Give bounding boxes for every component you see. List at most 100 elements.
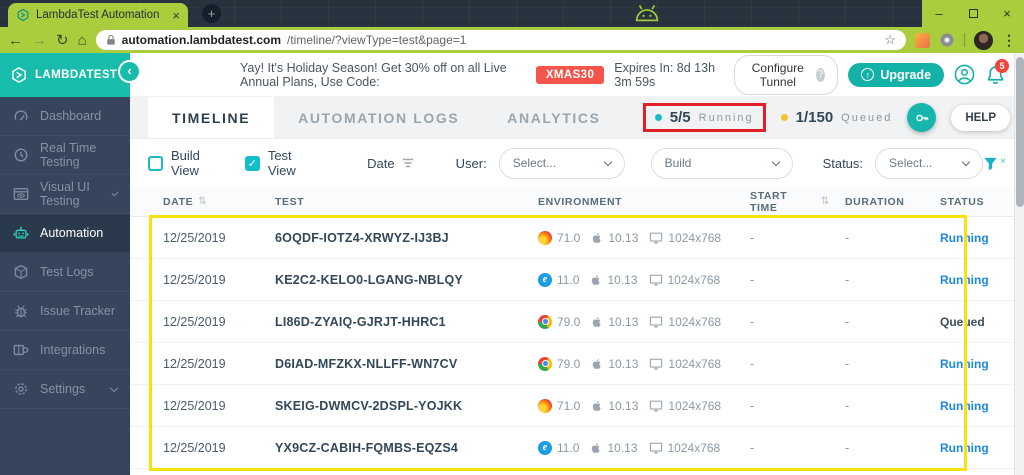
sidebar-item-label: Issue Tracker: [40, 304, 116, 318]
cell-test-id[interactable]: 6OQDF-IOTZ4-XRWYZ-IJ3BJ: [260, 231, 523, 245]
browser-icon: [538, 230, 552, 245]
browser-version: 11.0: [557, 440, 580, 455]
status-select-dropdown[interactable]: Select...: [875, 147, 984, 179]
browser-tab[interactable]: LambdaTest Automation ×: [8, 3, 188, 27]
sidebar-item-automation[interactable]: Automation: [0, 214, 130, 253]
tab-automation-logs[interactable]: AUTOMATION LOGS: [274, 97, 483, 138]
table-row[interactable]: 12/25/2019 YX9CZ-CABIH-FQMBS-EQZS4 11.0 …: [130, 427, 1024, 469]
cell-duration: -: [845, 314, 850, 329]
upgrade-button[interactable]: ↑ Upgrade: [848, 62, 945, 87]
resolution: 1024x768: [668, 398, 722, 413]
apple-os-icon: [591, 358, 603, 370]
resolution: 1024x768: [667, 272, 721, 287]
cell-duration: -: [845, 272, 850, 287]
sidebar-item-label: Real Time Testing: [40, 141, 97, 169]
reload-icon[interactable]: ↻: [56, 33, 69, 48]
cell-start-time: -: [750, 230, 755, 245]
table-row[interactable]: 12/25/2019 LI86D-ZYAIQ-GJRJT-HHRC1 79.0 …: [130, 301, 1024, 343]
access-key-button[interactable]: [907, 103, 937, 132]
monitor-icon: [649, 442, 663, 454]
cell-environment: 11.0 10.13 1024x768: [523, 272, 735, 287]
profile-icon[interactable]: [954, 63, 975, 87]
brand-name: LAMBDATEST: [35, 69, 118, 81]
monitor-icon: [649, 316, 663, 328]
filter-funnel-button[interactable]: ×: [983, 156, 1006, 171]
sidebar-nav: Dashboard Real Time Testing Visual UI Te…: [0, 97, 130, 409]
cell-test-id[interactable]: LI86D-ZYAIQ-GJRJT-HHRC1: [260, 315, 523, 329]
sort-icon[interactable]: ⇅: [198, 196, 207, 207]
sidebar-item-real-time-testing[interactable]: Real Time Testing: [0, 136, 130, 175]
tab-timeline[interactable]: TIMELINE: [148, 97, 275, 138]
header-date[interactable]: DATE ⇅: [148, 196, 260, 208]
maximize-button[interactable]: [956, 0, 990, 27]
screenshot-extension-icon[interactable]: [939, 32, 955, 48]
cell-date: 12/25/2019: [163, 314, 226, 329]
toolbar-divider: [964, 33, 965, 47]
profile-avatar[interactable]: [974, 30, 993, 50]
sidebar-item-issue-tracker[interactable]: Issue Tracker: [0, 292, 130, 331]
tab-analytics[interactable]: ANALYTICS: [483, 97, 624, 138]
scrollbar-thumb[interactable]: [1016, 57, 1024, 207]
eye-browser-icon: [13, 186, 29, 202]
sidebar-item-dashboard[interactable]: Dashboard: [0, 97, 130, 136]
minimize-button[interactable]: –: [922, 0, 956, 27]
browser-menu-icon[interactable]: ⋮: [1002, 32, 1016, 49]
table-row[interactable]: 12/25/2019 D6IAD-MFZKX-NLLFF-WN7CV 79.0 …: [130, 343, 1024, 385]
concurrency-summary: 5/5 Running 1/150 Queued HELP: [642, 97, 1024, 138]
configure-tunnel-button[interactable]: Configure Tunnel ?: [733, 54, 839, 95]
notifications-bell[interactable]: 5: [985, 58, 1010, 87]
sidebar-item-label: Visual UI Testing: [40, 180, 90, 208]
monitor-icon: [649, 358, 663, 370]
tab-close-icon[interactable]: ×: [172, 8, 180, 23]
new-tab-button[interactable]: +: [202, 4, 221, 23]
plug-integration-icon: [13, 342, 29, 358]
table-row[interactable]: 12/25/2019 KE2C2-KELO0-LGANG-NBLQY 11.0 …: [130, 259, 1024, 301]
sort-icon[interactable]: ⇅: [821, 196, 830, 207]
help-button[interactable]: HELP: [951, 104, 1010, 131]
sidebar-item-settings[interactable]: Settings: [0, 370, 130, 409]
cell-test-id[interactable]: SKEIG-DWMCV-2DSPL-YOJKK: [260, 399, 523, 413]
lock-icon: [106, 34, 116, 46]
resolution: 1024x768: [668, 230, 722, 245]
extension-icon[interactable]: [915, 32, 930, 48]
bookmark-star-icon[interactable]: ☆: [884, 32, 896, 48]
cell-test-id[interactable]: D6IAD-MFZKX-NLLFF-WN7CV: [260, 357, 523, 371]
sidebar-item-visual-ui-testing[interactable]: Visual UI Testing: [0, 175, 130, 214]
header-duration: DURATION: [845, 195, 905, 208]
dashboard-icon: [13, 108, 29, 124]
browser-icon: [538, 398, 552, 413]
date-filter[interactable]: Date: [367, 156, 413, 171]
cell-date: 12/25/2019: [163, 230, 226, 245]
sidebar-item-integrations[interactable]: Integrations: [0, 331, 130, 370]
sidebar-collapse-button[interactable]: ‹: [120, 62, 139, 81]
cell-status: Running: [940, 356, 989, 371]
forward-icon[interactable]: →: [32, 33, 47, 48]
date-filter-label: Date: [367, 155, 395, 171]
cell-test-id[interactable]: YX9CZ-CABIH-FQMBS-EQZS4: [260, 441, 523, 455]
build-select-dropdown[interactable]: Build: [650, 147, 793, 179]
close-button[interactable]: ×: [990, 0, 1024, 27]
home-icon[interactable]: ⌂: [78, 33, 87, 48]
page-scrollbar[interactable]: [1014, 53, 1024, 475]
brand-header: LAMBDATEST: [0, 53, 130, 97]
header-start-time[interactable]: START TIME ⇅: [735, 190, 830, 214]
sidebar-item-test-logs[interactable]: Test Logs: [0, 253, 130, 292]
gear-icon: [13, 381, 29, 397]
cell-date: 12/25/2019: [163, 272, 226, 287]
user-select-dropdown[interactable]: Select...: [498, 147, 625, 179]
table-row[interactable]: 12/25/2019 SKEIG-DWMCV-2DSPL-YOJKK 71.0 …: [130, 385, 1024, 427]
table-row[interactable]: 12/25/2019 6OQDF-IOTZ4-XRWYZ-IJ3BJ 71.0 …: [130, 217, 1024, 259]
sidebar-item-label: Dashboard: [40, 109, 102, 123]
android-theme-icon: [632, 2, 662, 25]
filter-bar: Build View ✓ Test View Date User: Select…: [130, 139, 1024, 187]
cell-test-id[interactable]: KE2C2-KELO0-LGANG-NBLQY: [260, 273, 523, 287]
test-view-checkbox[interactable]: ✓: [244, 155, 260, 171]
cell-duration: -: [845, 440, 850, 455]
clear-filter-icon[interactable]: ×: [1000, 156, 1006, 167]
back-icon[interactable]: ←: [8, 33, 23, 48]
address-bar[interactable]: automation.lambdatest.com /timeline/?vie…: [95, 30, 906, 50]
promo-banner: Yay! It's Holiday Season! Get 30% off on…: [130, 53, 1024, 97]
queued-dot-icon: [780, 114, 788, 121]
chevron-down-icon: [603, 157, 612, 166]
build-view-checkbox[interactable]: [148, 155, 163, 171]
